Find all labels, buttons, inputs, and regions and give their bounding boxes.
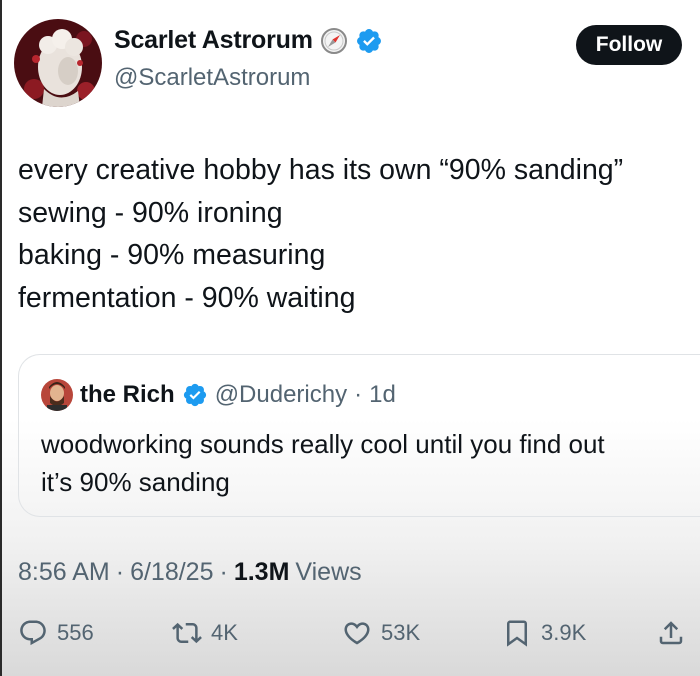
repost-icon <box>172 622 202 644</box>
quoted-author-name[interactable]: the Rich <box>80 381 175 409</box>
tweet-metadata: 8:56 AM · 6/18/25 · 1.3M Views <box>18 558 362 587</box>
tweet-line: sewing - 90% ironing <box>18 196 283 229</box>
author-name-row: Scarlet Astrorum <box>114 26 383 55</box>
tweet-date[interactable]: 6/18/25 <box>130 558 213 587</box>
marble-bust-image <box>14 19 102 107</box>
quoted-tweet-line: it’s 90% sanding <box>41 467 230 497</box>
tweet-line: every creative hobby has its own “90% sa… <box>18 154 624 186</box>
tweet-line: baking - 90% measuring <box>18 239 326 271</box>
reply-icon <box>20 620 46 646</box>
verified-badge-icon <box>356 28 381 53</box>
quoted-author-handle[interactable]: @Duderichy <box>215 381 347 409</box>
quoted-tweet-age: 1d <box>369 381 396 408</box>
views-count: 1.3M <box>233 558 290 586</box>
quoted-tweet-card[interactable]: the Rich @Duderichy · 1d woodworking sou… <box>18 354 700 517</box>
compass-icon <box>320 27 347 54</box>
repost-count: 4K <box>211 620 238 645</box>
bookmark-icon <box>507 620 527 647</box>
share-button[interactable] <box>656 618 686 648</box>
separator-dot: · <box>115 558 125 586</box>
author-avatar[interactable] <box>14 19 102 107</box>
heart-icon <box>344 622 370 645</box>
reply-count: 556 <box>57 620 94 645</box>
author-handle[interactable]: @ScarletAstrorum <box>114 64 310 92</box>
author-display-name[interactable]: Scarlet Astrorum <box>114 26 313 55</box>
like-button[interactable]: 53K <box>342 618 420 648</box>
views-label: Views <box>295 558 362 586</box>
follow-button[interactable]: Follow <box>576 25 682 65</box>
quoted-tweet-header: the Rich @Duderichy · 1d <box>41 379 396 411</box>
repost-button[interactable]: 4K <box>172 618 238 648</box>
separator-dot: · <box>354 381 363 408</box>
portrait-image <box>41 379 73 411</box>
tweet-line: fermentation - 90% waiting <box>18 281 356 314</box>
quoted-tweet-line: woodworking sounds really cool until you… <box>41 429 605 459</box>
verified-badge-icon <box>183 383 206 407</box>
reply-button[interactable]: 556 <box>18 618 94 648</box>
bookmark-count: 3.9K <box>541 620 587 645</box>
tweet-time[interactable]: 8:56 AM <box>18 558 110 587</box>
tweet-text: every creative hobby has its own “90% sa… <box>18 149 623 319</box>
bookmark-button[interactable]: 3.9K <box>502 618 586 648</box>
window-edge <box>0 0 2 676</box>
quoted-tweet-text: woodworking sounds really cool until you… <box>41 425 605 501</box>
share-icon <box>659 621 683 645</box>
separator-dot: · <box>219 558 228 586</box>
quoted-author-avatar[interactable] <box>41 379 73 411</box>
like-count: 53K <box>381 620 421 645</box>
